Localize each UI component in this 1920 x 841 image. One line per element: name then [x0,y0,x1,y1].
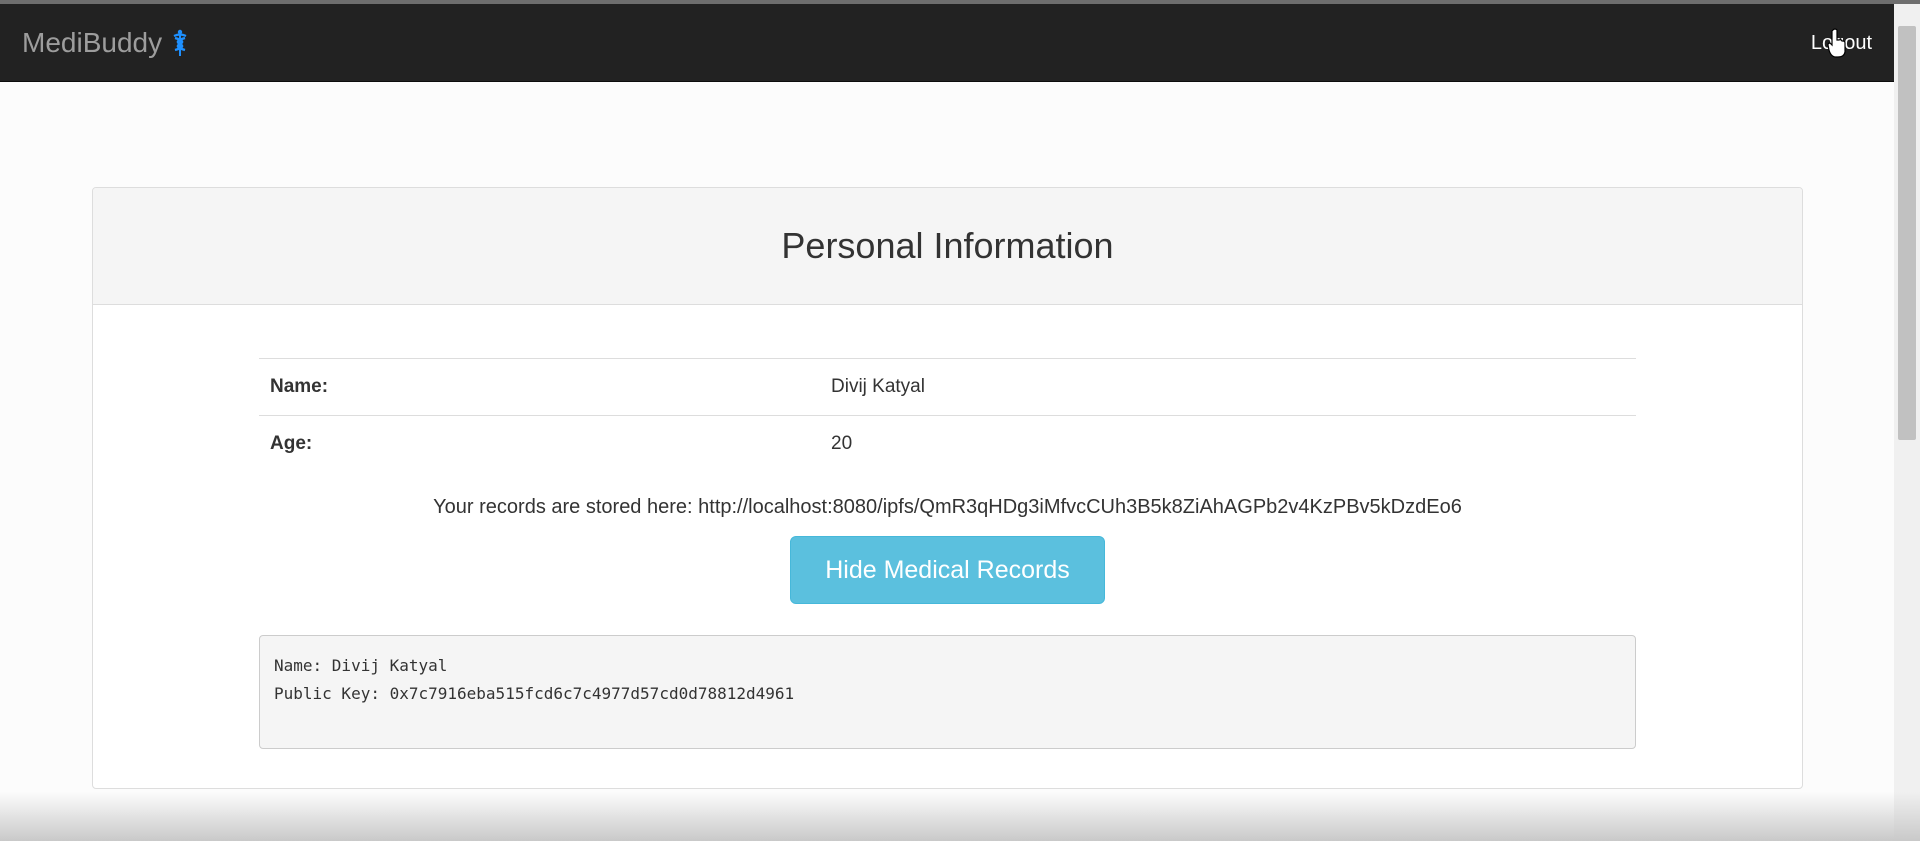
bottom-fade [0,792,1920,841]
brand-label: MediBuddy [22,27,163,58]
navbar: MediBuddy Logout [0,4,1894,82]
records-location-text: Your records are stored here: http://loc… [433,496,1462,518]
personal-info-panel: Personal Information Name: Divij Katyal … [92,187,1803,789]
age-label: Age: [259,415,820,472]
hide-medical-records-button[interactable]: Hide Medical Records [790,536,1105,604]
name-label: Name: [259,358,820,416]
info-table: Name: Divij Katyal Age: 20 [259,358,1636,472]
medical-record-box: Name: Divij Katyal Public Key: 0x7c7916e… [259,635,1636,749]
brand-link[interactable]: MediBuddy [22,4,188,82]
table-row: Name: Divij Katyal [259,358,1636,416]
panel-title: Personal Information [781,225,1114,266]
record-line-public-key: Public Key: 0x7c7916eba515fcd6c7c4977d57… [274,684,795,703]
name-value: Divij Katyal [820,358,1636,416]
scrollbar-thumb[interactable] [1898,26,1916,440]
caduceus-icon [172,29,188,57]
panel-heading: Personal Information [93,188,1802,305]
record-line-name: Name: Divij Katyal [274,656,448,675]
hand-cursor-icon [1827,28,1847,63]
table-row: Age: 20 [259,415,1636,472]
age-value: 20 [820,415,1636,472]
